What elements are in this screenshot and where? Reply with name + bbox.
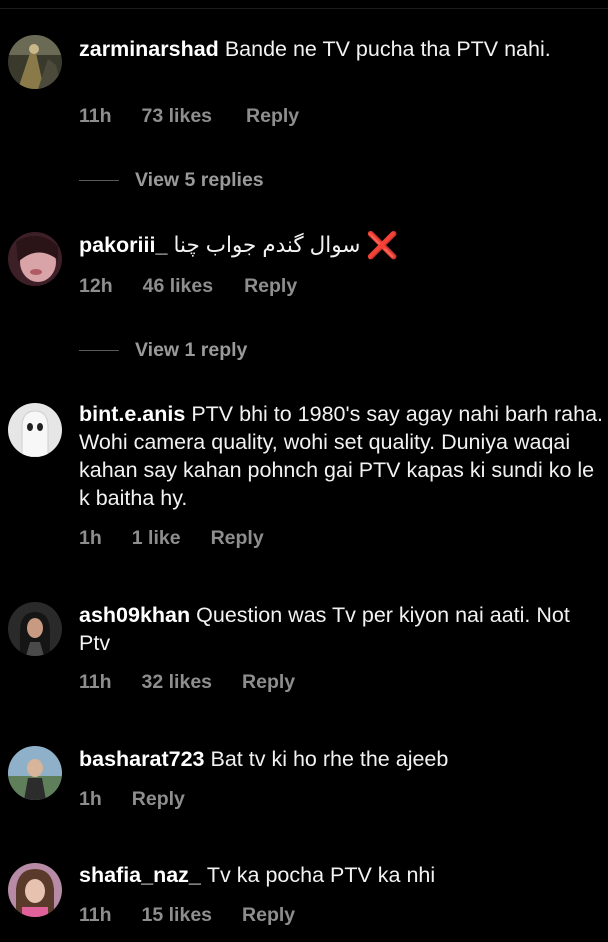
comment-text-block: ash09khan Question was Tv per kiyon nai a…	[79, 601, 604, 657]
view-replies-label: View 5 replies	[135, 168, 264, 191]
reply-button[interactable]: Reply	[242, 671, 295, 694]
comment-time: 1h	[79, 526, 102, 549]
view-replies-label: View 1 reply	[135, 338, 248, 361]
replies-divider	[79, 179, 119, 181]
comment-username[interactable]: zarminarshad	[79, 37, 219, 61]
avatar-photo-icon	[8, 863, 62, 917]
comment-text-block: bint.e.anis PTV bhi to 1980's say agay na…	[79, 400, 604, 512]
user-avatar[interactable]	[8, 403, 62, 457]
likes-count[interactable]: 73 likes	[142, 105, 212, 128]
reply-button[interactable]: Reply	[244, 275, 297, 298]
comment-meta: 11h 32 likes Reply	[79, 669, 295, 695]
avatar-photo-icon	[8, 746, 62, 800]
user-avatar[interactable]	[8, 746, 62, 800]
comment-time: 11h	[79, 104, 112, 127]
comment-username[interactable]: bint.e.anis	[79, 402, 185, 426]
reply-button[interactable]: Reply	[246, 105, 299, 128]
comment-username[interactable]: basharat723	[79, 747, 205, 771]
view-replies-button[interactable]: View 1 reply	[79, 337, 247, 363]
comment-time: 12h	[79, 274, 113, 297]
likes-count[interactable]: 1 like	[132, 527, 181, 550]
comment-time: 11h	[79, 903, 112, 926]
top-divider	[0, 8, 608, 9]
comment-text-block: pakoriii_ سوال گندم جواب چنا ❌	[79, 231, 604, 259]
comment-username[interactable]: pakoriii_	[79, 233, 167, 257]
comment-body: Tv ka pocha PTV ka nhi	[206, 863, 436, 887]
comment-meta: 1h 1 like Reply	[79, 525, 264, 551]
comment-meta: 11h 73 likes Reply	[79, 103, 299, 129]
reply-button[interactable]: Reply	[211, 527, 264, 550]
likes-count[interactable]: 46 likes	[143, 275, 213, 298]
user-avatar[interactable]	[8, 232, 62, 286]
user-avatar[interactable]	[8, 863, 62, 917]
cross-mark-icon: ❌	[366, 230, 399, 260]
replies-divider	[79, 349, 119, 351]
comment-time: 11h	[79, 670, 112, 693]
user-avatar[interactable]	[8, 35, 62, 89]
comment-text-block: basharat723 Bat tv ki ho rhe the ajeeb	[79, 745, 604, 773]
user-avatar[interactable]	[8, 602, 62, 656]
comment-text-block: shafia_naz_ Tv ka pocha PTV ka nhi	[79, 861, 604, 889]
comment-body: Bat tv ki ho rhe the ajeeb	[210, 747, 449, 771]
likes-count[interactable]: 32 likes	[142, 671, 212, 694]
comment-text-block: zarminarshad Bande ne TV pucha tha PTV na…	[79, 35, 604, 63]
likes-count[interactable]: 15 likes	[142, 904, 212, 927]
avatar-photo-icon	[8, 232, 62, 286]
comment-body: Bande ne TV pucha tha PTV nahi.	[224, 37, 551, 61]
comment-username[interactable]: shafia_naz_	[79, 863, 201, 887]
reply-button[interactable]: Reply	[132, 788, 185, 811]
reply-button[interactable]: Reply	[242, 904, 295, 927]
view-replies-button[interactable]: View 5 replies	[79, 167, 264, 193]
comment-meta: 11h 15 likes Reply	[79, 902, 295, 928]
comment-meta: 1h Reply	[79, 786, 185, 812]
comment-username[interactable]: ash09khan	[79, 603, 190, 627]
avatar-photo-icon	[8, 602, 62, 656]
comment-time: 1h	[79, 787, 102, 810]
comment-body: سوال گندم جواب چنا	[173, 233, 361, 257]
ghost-avatar-icon	[8, 403, 62, 457]
comment-meta: 12h 46 likes Reply	[79, 273, 297, 299]
avatar-photo-icon	[8, 35, 62, 89]
